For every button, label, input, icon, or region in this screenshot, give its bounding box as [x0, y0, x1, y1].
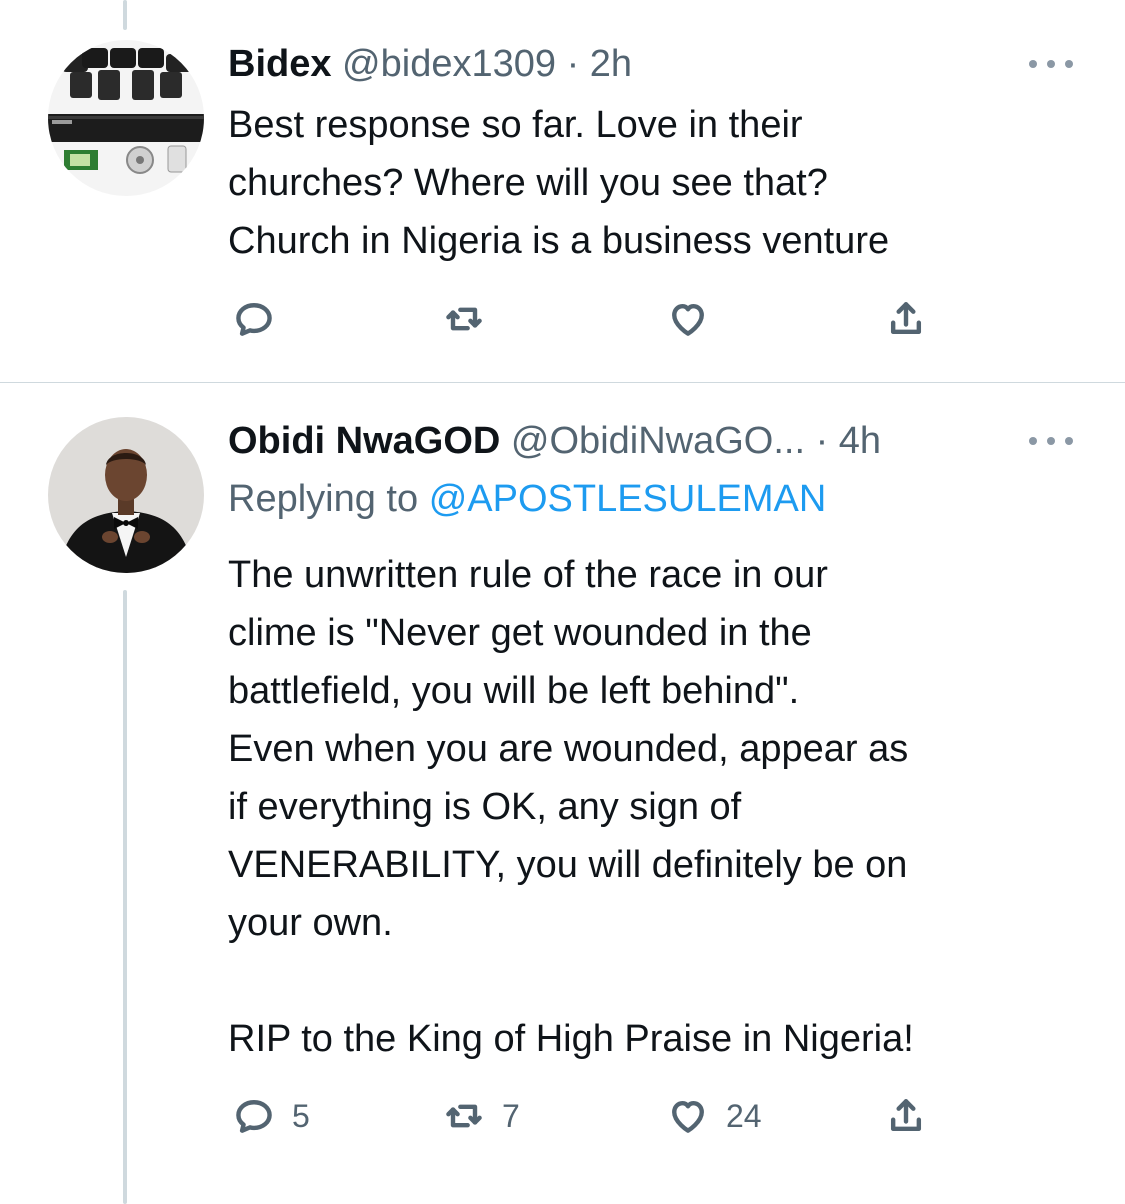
more-icon[interactable]	[1029, 57, 1073, 71]
retweet-count: 7	[502, 1097, 520, 1134]
tweet-text: Best response so far. Love in their chur…	[228, 104, 890, 262]
display-name[interactable]: Bidex	[228, 43, 331, 85]
replying-to-label: Replying to	[228, 478, 419, 520]
tweet-obidi[interactable]: Obidi NwaGOD @ObidiNwaGO... · 4h Replyin…	[0, 383, 1125, 1204]
share-button[interactable]	[884, 1091, 928, 1141]
timestamp[interactable]: 4h	[839, 420, 881, 462]
retweet-button[interactable]	[442, 294, 502, 344]
like-icon	[672, 303, 704, 336]
display-name[interactable]: Obidi NwaGOD	[228, 420, 500, 462]
tweet-bidex[interactable]: Bidex @bidex1309 · 2h Best response so f…	[0, 0, 1125, 382]
reply-button[interactable]: 5	[232, 1091, 310, 1141]
timestamp[interactable]: 2h	[590, 43, 632, 85]
tweet-text: The unwritten rule of the race in our cl…	[228, 554, 914, 1060]
reply-button[interactable]	[232, 294, 292, 344]
share-icon	[890, 302, 922, 335]
reply-icon	[236, 1100, 272, 1133]
tweet-header: Obidi NwaGOD @ObidiNwaGO... · 4h	[228, 419, 881, 463]
share-icon	[890, 1099, 922, 1132]
tweet-actions	[228, 294, 938, 344]
replying-to: Replying to @APOSTLESULEMAN	[228, 477, 826, 521]
user-handle[interactable]: @bidex1309	[342, 43, 556, 85]
man-in-tuxedo-avatar-image	[48, 417, 204, 573]
avatar[interactable]	[48, 40, 204, 196]
share-button[interactable]	[884, 294, 928, 344]
retweet-button[interactable]: 7	[442, 1091, 520, 1141]
retweet-icon	[446, 307, 482, 331]
retweet-icon	[446, 1104, 482, 1128]
separator-dot: ·	[566, 43, 580, 85]
like-count: 24	[726, 1097, 762, 1134]
like-button[interactable]	[666, 294, 726, 344]
reply-mention-link[interactable]: @APOSTLESULEMAN	[429, 478, 827, 520]
separator-dot: ·	[815, 420, 829, 462]
reply-count: 5	[292, 1097, 310, 1134]
tweet-header: Bidex @bidex1309 · 2h	[228, 42, 632, 86]
like-icon	[672, 1100, 704, 1133]
more-icon[interactable]	[1029, 434, 1073, 448]
reply-icon	[236, 303, 272, 336]
avatar[interactable]	[48, 417, 204, 573]
tweet-actions: 5 7 24	[228, 1091, 938, 1141]
dvr-camera-avatar-image	[48, 40, 204, 196]
user-handle[interactable]: @ObidiNwaGO...	[511, 420, 805, 462]
like-button[interactable]: 24	[666, 1091, 762, 1141]
